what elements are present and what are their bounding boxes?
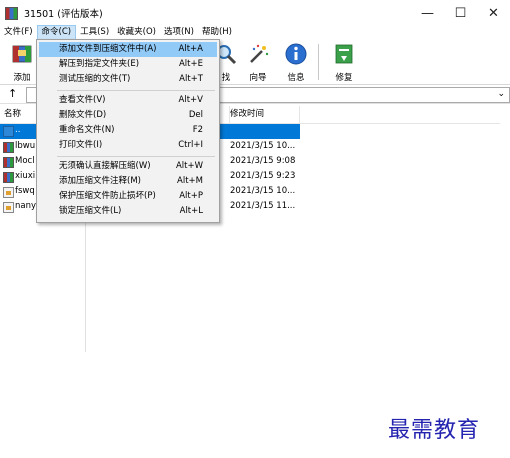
menu-item-label: 打印文件(I) bbox=[59, 140, 103, 150]
menu-item-print[interactable]: 打印文件(I) Ctrl+I bbox=[39, 138, 217, 153]
menu-item-add-to-archive[interactable]: 添加文件到压缩文件中(A) Alt+A bbox=[39, 42, 217, 57]
file-name: lbwu bbox=[15, 141, 36, 151]
menu-item-shortcut: F2 bbox=[192, 125, 203, 135]
file-date: 2021/3/15 10... bbox=[230, 186, 296, 196]
window-title: 31501 (评估版本) bbox=[24, 9, 103, 20]
menu-item-test[interactable]: 测试压缩的文件(T) Alt+T bbox=[39, 72, 217, 87]
watermark-text: 最需教育 bbox=[388, 418, 481, 443]
vertical-scrollbar[interactable] bbox=[500, 106, 510, 458]
menu-item-delete[interactable]: 删除文件(D) Del bbox=[39, 108, 217, 123]
repair-icon bbox=[335, 44, 353, 64]
menu-item-shortcut: Alt+T bbox=[179, 74, 203, 84]
menu-item-shortcut: Alt+W bbox=[175, 161, 203, 171]
file-date: 2021/3/15 9:08 bbox=[230, 156, 296, 166]
menu-separator bbox=[57, 90, 215, 91]
commands-dropdown-menu: 添加文件到压缩文件中(A) Alt+A 解压到指定文件夹(E) Alt+E 测试… bbox=[36, 39, 220, 223]
menu-item-label: 添加压缩文件注释(M) bbox=[59, 176, 141, 186]
menu-item-rename[interactable]: 重命名文件(N) F2 bbox=[39, 123, 217, 138]
menu-item-shortcut: Alt+A bbox=[178, 44, 203, 54]
info-label: 信息 bbox=[287, 73, 305, 83]
file-date: 2021/3/15 9:23 bbox=[230, 171, 296, 181]
file-date: 2021/3/15 11... bbox=[230, 201, 296, 211]
menu-tools[interactable]: 工具(S) bbox=[76, 25, 113, 40]
menu-item-label: 解压到指定文件夹(E) bbox=[59, 59, 140, 69]
document-icon bbox=[3, 187, 14, 198]
file-name: .. bbox=[15, 125, 21, 135]
rar-icon bbox=[3, 142, 14, 153]
menu-item-shortcut: Del bbox=[188, 110, 203, 120]
file-date: 2021/3/15 10... bbox=[230, 141, 296, 151]
file-name: nany bbox=[15, 201, 37, 211]
menu-item-shortcut: Alt+V bbox=[178, 95, 203, 105]
repair-label: 修复 bbox=[335, 73, 353, 83]
info-icon bbox=[285, 43, 307, 65]
menu-item-label: 保护压缩文件防止损坏(P) bbox=[59, 191, 156, 201]
menu-item-label: 添加文件到压缩文件中(A) bbox=[59, 44, 157, 54]
menu-item-add-comment[interactable]: 添加压缩文件注释(M) Alt+M bbox=[39, 174, 217, 189]
rar-icon bbox=[3, 157, 14, 168]
winrar-app-icon bbox=[5, 6, 18, 20]
repair-button[interactable]: 修复 bbox=[326, 42, 362, 83]
menu-commands[interactable]: 命令(C) bbox=[36, 25, 77, 40]
menu-item-protect[interactable]: 保护压缩文件防止损坏(P) Alt+P bbox=[39, 189, 217, 204]
up-arrow-icon[interactable]: ↑ bbox=[8, 87, 17, 100]
menu-item-lock[interactable]: 锁定压缩文件(L) Alt+L bbox=[39, 204, 217, 219]
menu-item-extract-to[interactable]: 解压到指定文件夹(E) Alt+E bbox=[39, 57, 217, 72]
menu-item-label: 重命名文件(N) bbox=[59, 125, 115, 135]
menu-item-shortcut: Alt+M bbox=[177, 176, 203, 186]
add-button[interactable]: 添加 bbox=[4, 42, 40, 83]
minimize-button[interactable]: — bbox=[411, 0, 444, 26]
document-icon bbox=[3, 202, 14, 213]
toolbar-separator bbox=[318, 44, 319, 80]
menu-item-label: 无须确认直接解压缩(W) bbox=[59, 161, 151, 171]
menu-item-shortcut: Alt+L bbox=[179, 206, 203, 216]
menu-item-extract-without-confirm[interactable]: 无须确认直接解压缩(W) Alt+W bbox=[39, 159, 217, 174]
add-archive-icon bbox=[12, 45, 32, 63]
menu-item-label: 锁定压缩文件(L) bbox=[59, 206, 122, 216]
menu-options[interactable]: 选项(N) bbox=[160, 25, 198, 40]
menu-item-view[interactable]: 查看文件(V) Alt+V bbox=[39, 93, 217, 108]
wizard-label: 向导 bbox=[249, 73, 267, 83]
column-header-modified[interactable]: 修改时间 bbox=[226, 106, 300, 123]
chevron-down-icon[interactable]: ⌄ bbox=[497, 89, 505, 99]
file-name: Mocl bbox=[15, 156, 35, 166]
menu-item-shortcut: Alt+P bbox=[179, 191, 203, 201]
menu-item-shortcut: Alt+E bbox=[178, 59, 203, 69]
menu-favorites[interactable]: 收藏夹(O) bbox=[113, 25, 160, 40]
menu-item-label: 删除文件(D) bbox=[59, 110, 107, 120]
menu-item-shortcut: Ctrl+I bbox=[178, 140, 203, 150]
file-name: fswq bbox=[15, 186, 35, 196]
close-button[interactable]: ✕ bbox=[477, 0, 510, 26]
info-button[interactable]: 信息 bbox=[278, 42, 314, 83]
menu-item-label: 查看文件(V) bbox=[59, 95, 106, 105]
rar-icon bbox=[3, 172, 14, 183]
file-name: xiuxi bbox=[15, 171, 36, 181]
menu-separator bbox=[57, 156, 215, 157]
menu-help[interactable]: 帮助(H) bbox=[198, 25, 236, 40]
menu-file[interactable]: 文件(F) bbox=[0, 25, 37, 40]
window-controls: — ☐ ✕ bbox=[411, 0, 510, 26]
title-bar: 31501 (评估版本) — ☐ ✕ bbox=[0, 0, 510, 26]
folder-icon bbox=[3, 126, 14, 137]
maximize-button[interactable]: ☐ bbox=[444, 0, 477, 26]
menu-item-label: 测试压缩的文件(T) bbox=[59, 74, 131, 84]
menu-bar: 文件(F) 命令(C) 工具(S) 收藏夹(O) 选项(N) 帮助(H) bbox=[0, 25, 510, 40]
add-label: 添加 bbox=[13, 73, 31, 83]
wizard-button[interactable]: 向导 bbox=[240, 42, 276, 83]
magic-wand-icon bbox=[250, 44, 269, 63]
